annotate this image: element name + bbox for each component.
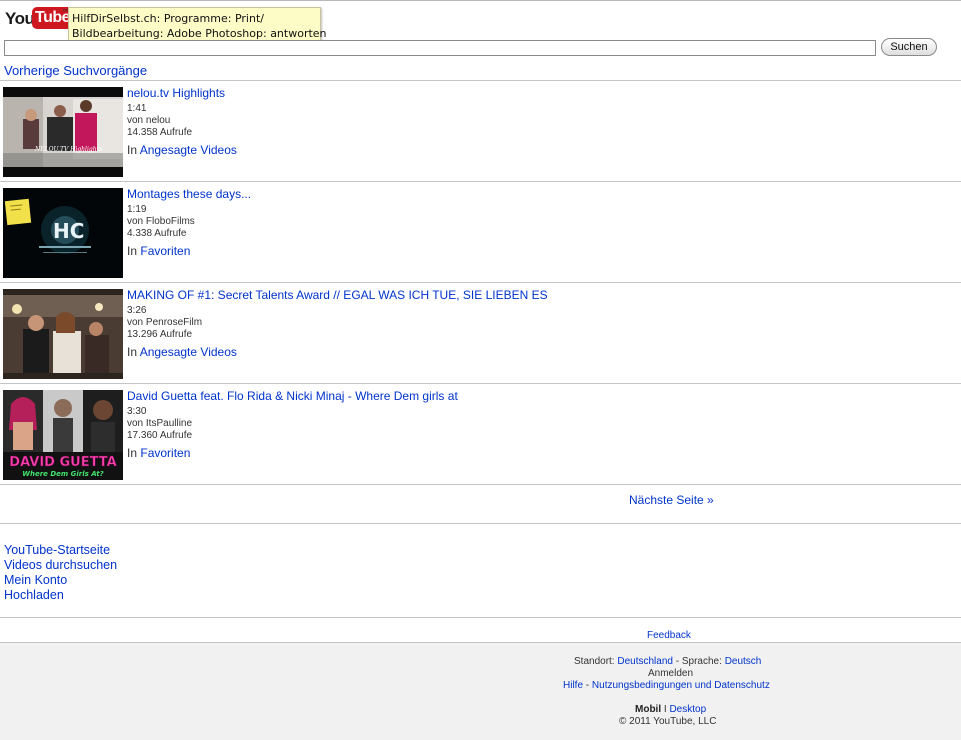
video-title-link[interactable]: nelou.tv Highlights: [127, 86, 237, 101]
separator: -: [585, 680, 590, 691]
video-info: MAKING OF #1: Secret Talents Award // EG…: [127, 288, 548, 360]
video-item: NELOU.TV Highlights nelou.tv Highlights …: [0, 81, 961, 181]
nav-upload-link[interactable]: Hochladen: [4, 588, 117, 603]
video-thumbnail[interactable]: NELOU.TV Highlights: [3, 87, 123, 177]
video-duration: 1:19: [127, 204, 147, 215]
category-link[interactable]: Favoriten: [140, 446, 190, 460]
video-views: 13.296 Aufrufe: [127, 329, 193, 340]
bottom-nav: YouTube-Startseite Videos durchsuchen Me…: [4, 543, 117, 603]
video-info: nelou.tv Highlights 1:41 von nelou 14.35…: [127, 86, 237, 158]
separator: -: [675, 656, 680, 667]
top-border: [0, 0, 961, 1]
category-prefix: In: [127, 244, 138, 258]
video-uploader: von nelou: [127, 115, 171, 126]
search-button[interactable]: Suchen: [881, 38, 937, 56]
video-duration: 3:26: [127, 305, 147, 316]
next-page-link[interactable]: Nächste Seite »: [629, 493, 714, 507]
category-prefix: In: [127, 143, 138, 157]
video-thumbnail[interactable]: DAVID GUETTA Where Dem Girls At?: [3, 390, 123, 480]
category-link[interactable]: Favoriten: [140, 244, 190, 258]
video-views: 14.358 Aufrufe: [127, 127, 193, 138]
copyright: © 2011 YouTube, LLC: [619, 716, 717, 727]
nav-account-link[interactable]: Mein Konto: [4, 573, 117, 588]
language-label: Sprache:: [681, 656, 722, 667]
language-link[interactable]: Deutsch: [725, 656, 762, 667]
video-category: In Angesagte Videos: [127, 345, 548, 360]
pipe-separator: I: [663, 704, 667, 715]
desktop-link[interactable]: Desktop: [669, 704, 706, 715]
category-link[interactable]: Angesagte Videos: [140, 143, 237, 157]
category-link[interactable]: Angesagte Videos: [140, 345, 237, 359]
video-thumbnail[interactable]: HC: [3, 188, 123, 278]
category-prefix: In: [127, 345, 138, 359]
video-uploader: von FloboFilms: [127, 216, 195, 227]
footer: [0, 642, 961, 740]
video-category: In Favoriten: [127, 244, 251, 259]
signin-link[interactable]: Anmelden: [648, 668, 693, 679]
video-title-link[interactable]: MAKING OF #1: Secret Talents Award // EG…: [127, 288, 548, 303]
nav-browse-link[interactable]: Videos durchsuchen: [4, 558, 117, 573]
search-input[interactable]: [4, 40, 876, 56]
video-title-link[interactable]: Montages these days...: [127, 187, 251, 202]
tooltip-line-2: Bildbearbeitung: Adobe Photoshop: antwor…: [72, 27, 327, 40]
video-views: 4.338 Aufrufe: [127, 228, 187, 239]
footer-version-row: Mobil I Desktop: [635, 704, 706, 715]
nav-home-link[interactable]: YouTube-Startseite: [4, 543, 117, 558]
divider: [0, 617, 961, 618]
video-title-link[interactable]: David Guetta feat. Flo Rida & Nicki Mina…: [127, 389, 458, 404]
thumb-caption: NELOU.TV Highlights: [34, 146, 102, 153]
video-uploader: von PenroseFilm: [127, 317, 203, 328]
video-duration: 1:41: [127, 103, 147, 114]
location-link[interactable]: Deutschland: [617, 656, 673, 667]
mobile-label: Mobil: [635, 704, 662, 715]
thumb-caption: HC: [53, 219, 84, 243]
video-thumbnail[interactable]: [3, 289, 123, 379]
category-prefix: In: [127, 446, 138, 460]
location-label: Standort:: [574, 656, 615, 667]
previous-searches-link[interactable]: Vorherige Suchvorgänge: [4, 63, 147, 78]
browser-tooltip: HilfDirSelbst.ch: Programme: Print/ Bild…: [68, 7, 327, 42]
divider: [0, 484, 961, 485]
thumb-caption-2: Where Dem Girls At?: [22, 470, 103, 478]
footer-top-border: [0, 642, 961, 643]
video-info: Montages these days... 1:19 von FloboFil…: [127, 187, 251, 259]
logo-you-text: You: [5, 9, 35, 28]
tooltip-line-1: HilfDirSelbst.ch: Programme: Print/: [72, 12, 264, 25]
divider: [0, 523, 961, 524]
video-item: HC Montages these days... 1:19 von Flobo…: [0, 182, 961, 282]
video-category: In Angesagte Videos: [127, 143, 237, 158]
video-duration: 3:30: [127, 406, 147, 417]
footer-locale-row: Standort: Deutschland - Sprache: Deutsch: [574, 656, 761, 667]
video-uploader: von ItsPaulline: [127, 418, 193, 429]
youtube-logo[interactable]: You Tube ™: [5, 6, 74, 32]
video-item: MAKING OF #1: Secret Talents Award // EG…: [0, 283, 961, 383]
video-item: DAVID GUETTA Where Dem Girls At? David G…: [0, 384, 961, 484]
video-info: David Guetta feat. Flo Rida & Nicki Mina…: [127, 389, 458, 461]
feedback-link[interactable]: Feedback: [647, 630, 691, 641]
video-category: In Favoriten: [127, 446, 458, 461]
thumb-caption: DAVID GUETTA: [9, 455, 116, 470]
footer-legal-row: Hilfe - Nutzungsbedingungen und Datensch…: [563, 680, 770, 691]
terms-link[interactable]: Nutzungsbedingungen und Datenschutz: [592, 680, 770, 691]
video-views: 17.360 Aufrufe: [127, 430, 193, 441]
help-link[interactable]: Hilfe: [563, 680, 583, 691]
